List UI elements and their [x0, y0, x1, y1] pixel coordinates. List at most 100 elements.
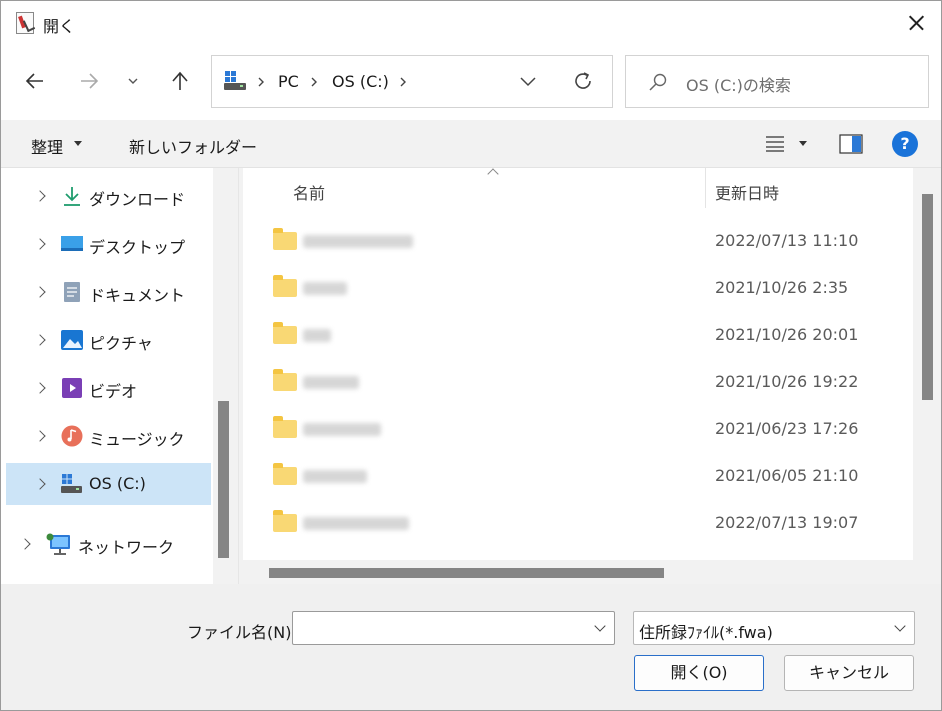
- search-placeholder: OS (C:)の検索: [686, 76, 791, 95]
- column-divider[interactable]: [705, 168, 706, 208]
- chevron-right-icon[interactable]: [34, 286, 46, 298]
- chevron-right-icon[interactable]: [19, 538, 31, 550]
- file-list-vertical-scrollbar[interactable]: [922, 194, 933, 400]
- nav-item-os-drive[interactable]: OS (C:): [6, 463, 211, 505]
- table-row[interactable]: 2021/10/26 20:01: [243, 312, 913, 359]
- chevron-down-icon: [128, 78, 138, 84]
- chevron-right-icon: [311, 77, 317, 87]
- caret-down-icon: [74, 141, 82, 146]
- navigation-pane: ダウンロード デスクトップ ドキュメント ピクチャ ビデオ ミュージック OS …: [1, 168, 239, 584]
- table-row[interactable]: 2021/06/05 21:10: [243, 453, 913, 500]
- chevron-right-icon[interactable]: [34, 190, 46, 202]
- drive-icon: [61, 474, 82, 493]
- chevron-right-icon[interactable]: [34, 478, 46, 490]
- breadcrumb-drive[interactable]: OS (C:): [332, 72, 389, 91]
- table-row[interactable]: 2021/10/26 2:35: [243, 265, 913, 312]
- organize-button[interactable]: 整理: [31, 134, 63, 158]
- chevron-right-icon[interactable]: [34, 238, 46, 250]
- file-type-select[interactable]: 住所録ﾌｧｲﾙ(*.fwa): [633, 611, 915, 645]
- nav-item-label: ビデオ: [89, 382, 138, 401]
- app-icon: [16, 12, 34, 34]
- folder-icon: [273, 322, 297, 344]
- row-date: 2022/07/13 19:07: [715, 513, 859, 532]
- blurred-filename: [303, 282, 347, 295]
- open-file-dialog: 開く PC OS (C:) OS (C:)の検索 整理 新しいフォルダー ? ダ…: [0, 0, 942, 711]
- breadcrumb-pc[interactable]: PC: [278, 72, 299, 91]
- desktop-icon: [61, 236, 83, 251]
- blurred-filename: [303, 376, 359, 389]
- cancel-button[interactable]: キャンセル: [784, 655, 914, 691]
- arrow-right-icon: [81, 73, 99, 89]
- pictures-icon: [61, 330, 83, 350]
- table-row[interactable]: 2022/07/13 11:10: [243, 218, 913, 265]
- column-header-name[interactable]: 名前: [293, 180, 325, 204]
- download-icon: [64, 187, 80, 206]
- documents-icon: [64, 282, 80, 302]
- file-type-value: 住所録ﾌｧｲﾙ(*.fwa): [639, 623, 773, 642]
- network-icon: [46, 533, 70, 555]
- row-date: 2021/06/05 21:10: [715, 466, 859, 485]
- chevron-right-icon: [400, 77, 406, 87]
- chevron-right-icon[interactable]: [34, 430, 46, 442]
- sort-indicator-icon: [487, 168, 499, 180]
- nav-item-label: ドキュメント: [89, 286, 186, 305]
- nav-item-label: ネットワーク: [78, 538, 175, 557]
- nav-item-label: ダウンロード: [89, 190, 186, 209]
- row-date: 2021/06/23 17:26: [715, 419, 859, 438]
- close-button[interactable]: [899, 7, 933, 39]
- chevron-right-icon[interactable]: [34, 334, 46, 346]
- caret-down-icon[interactable]: [798, 141, 808, 147]
- arrow-up-icon: [172, 71, 188, 90]
- nav-item-pictures[interactable]: ピクチャ: [6, 319, 211, 361]
- table-row[interactable]: 2022/07/13 19:07: [243, 500, 913, 547]
- window-title: 開く: [43, 17, 76, 36]
- new-folder-button[interactable]: 新しいフォルダー: [129, 134, 257, 158]
- nav-item-videos[interactable]: ビデオ: [6, 367, 211, 409]
- column-header-date[interactable]: 更新日時: [715, 180, 779, 204]
- drive-icon: [224, 71, 246, 90]
- blurred-filename: [303, 423, 381, 436]
- search-box[interactable]: OS (C:)の検索: [625, 55, 929, 108]
- chevron-down-icon: [894, 620, 906, 632]
- row-date: 2021/10/26 2:35: [715, 278, 849, 297]
- chevron-down-icon[interactable]: [594, 620, 606, 632]
- view-options-icon[interactable]: [765, 135, 785, 153]
- forward-button[interactable]: [73, 65, 105, 97]
- recent-locations-button[interactable]: [117, 65, 149, 97]
- videos-icon: [62, 378, 82, 398]
- music-icon: [61, 425, 83, 447]
- nav-item-label: OS (C:): [89, 474, 146, 493]
- row-date: 2021/10/26 19:22: [715, 372, 859, 391]
- nav-item-desktop[interactable]: デスクトップ: [6, 223, 211, 265]
- nav-item-documents[interactable]: ドキュメント: [6, 271, 211, 313]
- folder-icon: [273, 369, 297, 391]
- file-list-content: 名前 更新日時 2022/07/13 11:10 2021/10/26 2:35…: [243, 168, 913, 560]
- nav-item-downloads[interactable]: ダウンロード: [6, 175, 211, 217]
- folder-icon: [273, 228, 297, 250]
- blurred-filename: [303, 517, 409, 530]
- back-button[interactable]: [19, 65, 51, 97]
- folder-icon: [273, 275, 297, 297]
- up-button[interactable]: [164, 65, 196, 97]
- navigation-pane-scrollbar[interactable]: [218, 401, 229, 558]
- nav-item-network[interactable]: ネットワーク: [1, 523, 196, 565]
- folder-icon: [273, 463, 297, 485]
- search-icon: [649, 73, 667, 91]
- table-row[interactable]: 2021/06/23 17:26: [243, 406, 913, 453]
- open-button[interactable]: 開く(O): [634, 655, 764, 691]
- folder-icon: [273, 510, 297, 532]
- navigation-bar: PC OS (C:) OS (C:)の検索: [1, 45, 941, 120]
- table-row[interactable]: 2021/10/26 19:22: [243, 359, 913, 406]
- preview-pane-icon[interactable]: [839, 134, 863, 154]
- nav-item-music[interactable]: ミュージック: [6, 415, 211, 457]
- blurred-filename: [303, 235, 413, 248]
- filename-input[interactable]: [292, 611, 615, 645]
- chevron-right-icon[interactable]: [34, 382, 46, 394]
- refresh-icon[interactable]: [572, 70, 594, 92]
- dialog-footer: ファイル名(N): 住所録ﾌｧｲﾙ(*.fwa) 開く(O) キャンセル: [1, 584, 941, 710]
- help-button[interactable]: ?: [892, 131, 918, 157]
- address-bar[interactable]: PC OS (C:): [211, 55, 613, 108]
- file-list-horizontal-scrollbar[interactable]: [269, 568, 664, 578]
- address-history-chevron-icon[interactable]: [519, 74, 537, 88]
- command-bar: 整理 新しいフォルダー ?: [1, 120, 941, 168]
